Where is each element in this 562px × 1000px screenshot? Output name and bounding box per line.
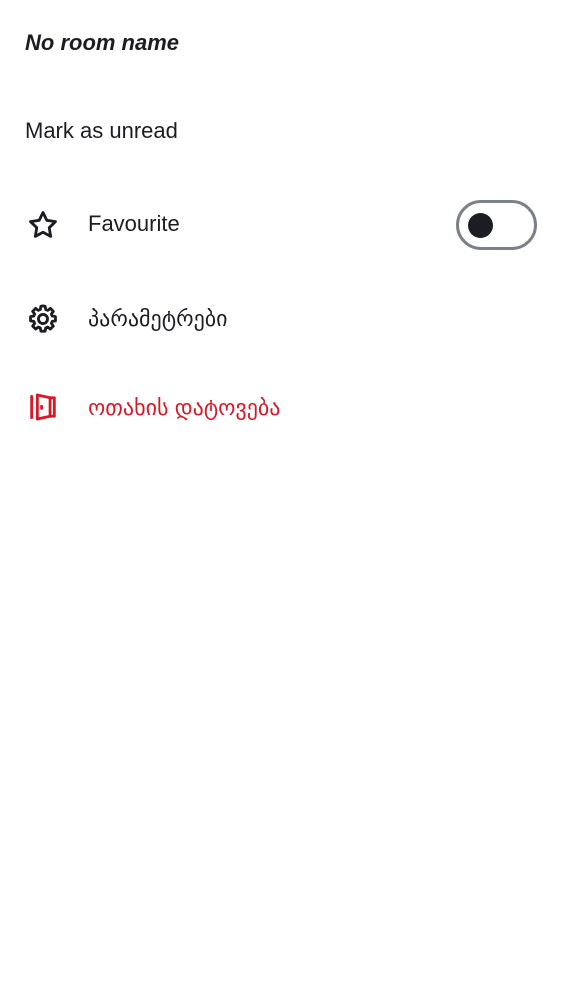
favourite-toggle-knob [468, 213, 493, 238]
mark-as-unread-label: Mark as unread [25, 118, 178, 143]
leave-room-label: ოთახის დატოვება [88, 395, 281, 420]
room-name-title: No room name [25, 30, 180, 55]
star-icon [26, 208, 60, 242]
mark-as-unread-button[interactable]: Mark as unread [0, 87, 562, 175]
settings-label: პარამეტრები [88, 306, 228, 331]
leave-room-button[interactable]: ოთახის დატოვება [0, 363, 562, 451]
favourite-label: Favourite [88, 211, 180, 236]
door-exit-icon [26, 390, 60, 424]
gear-icon [26, 302, 60, 336]
room-options-sheet: No room name Mark as unread Favourite პა… [0, 0, 562, 1000]
settings-button[interactable]: პარამეტრები [0, 275, 562, 363]
favourite-toggle[interactable] [456, 200, 537, 250]
